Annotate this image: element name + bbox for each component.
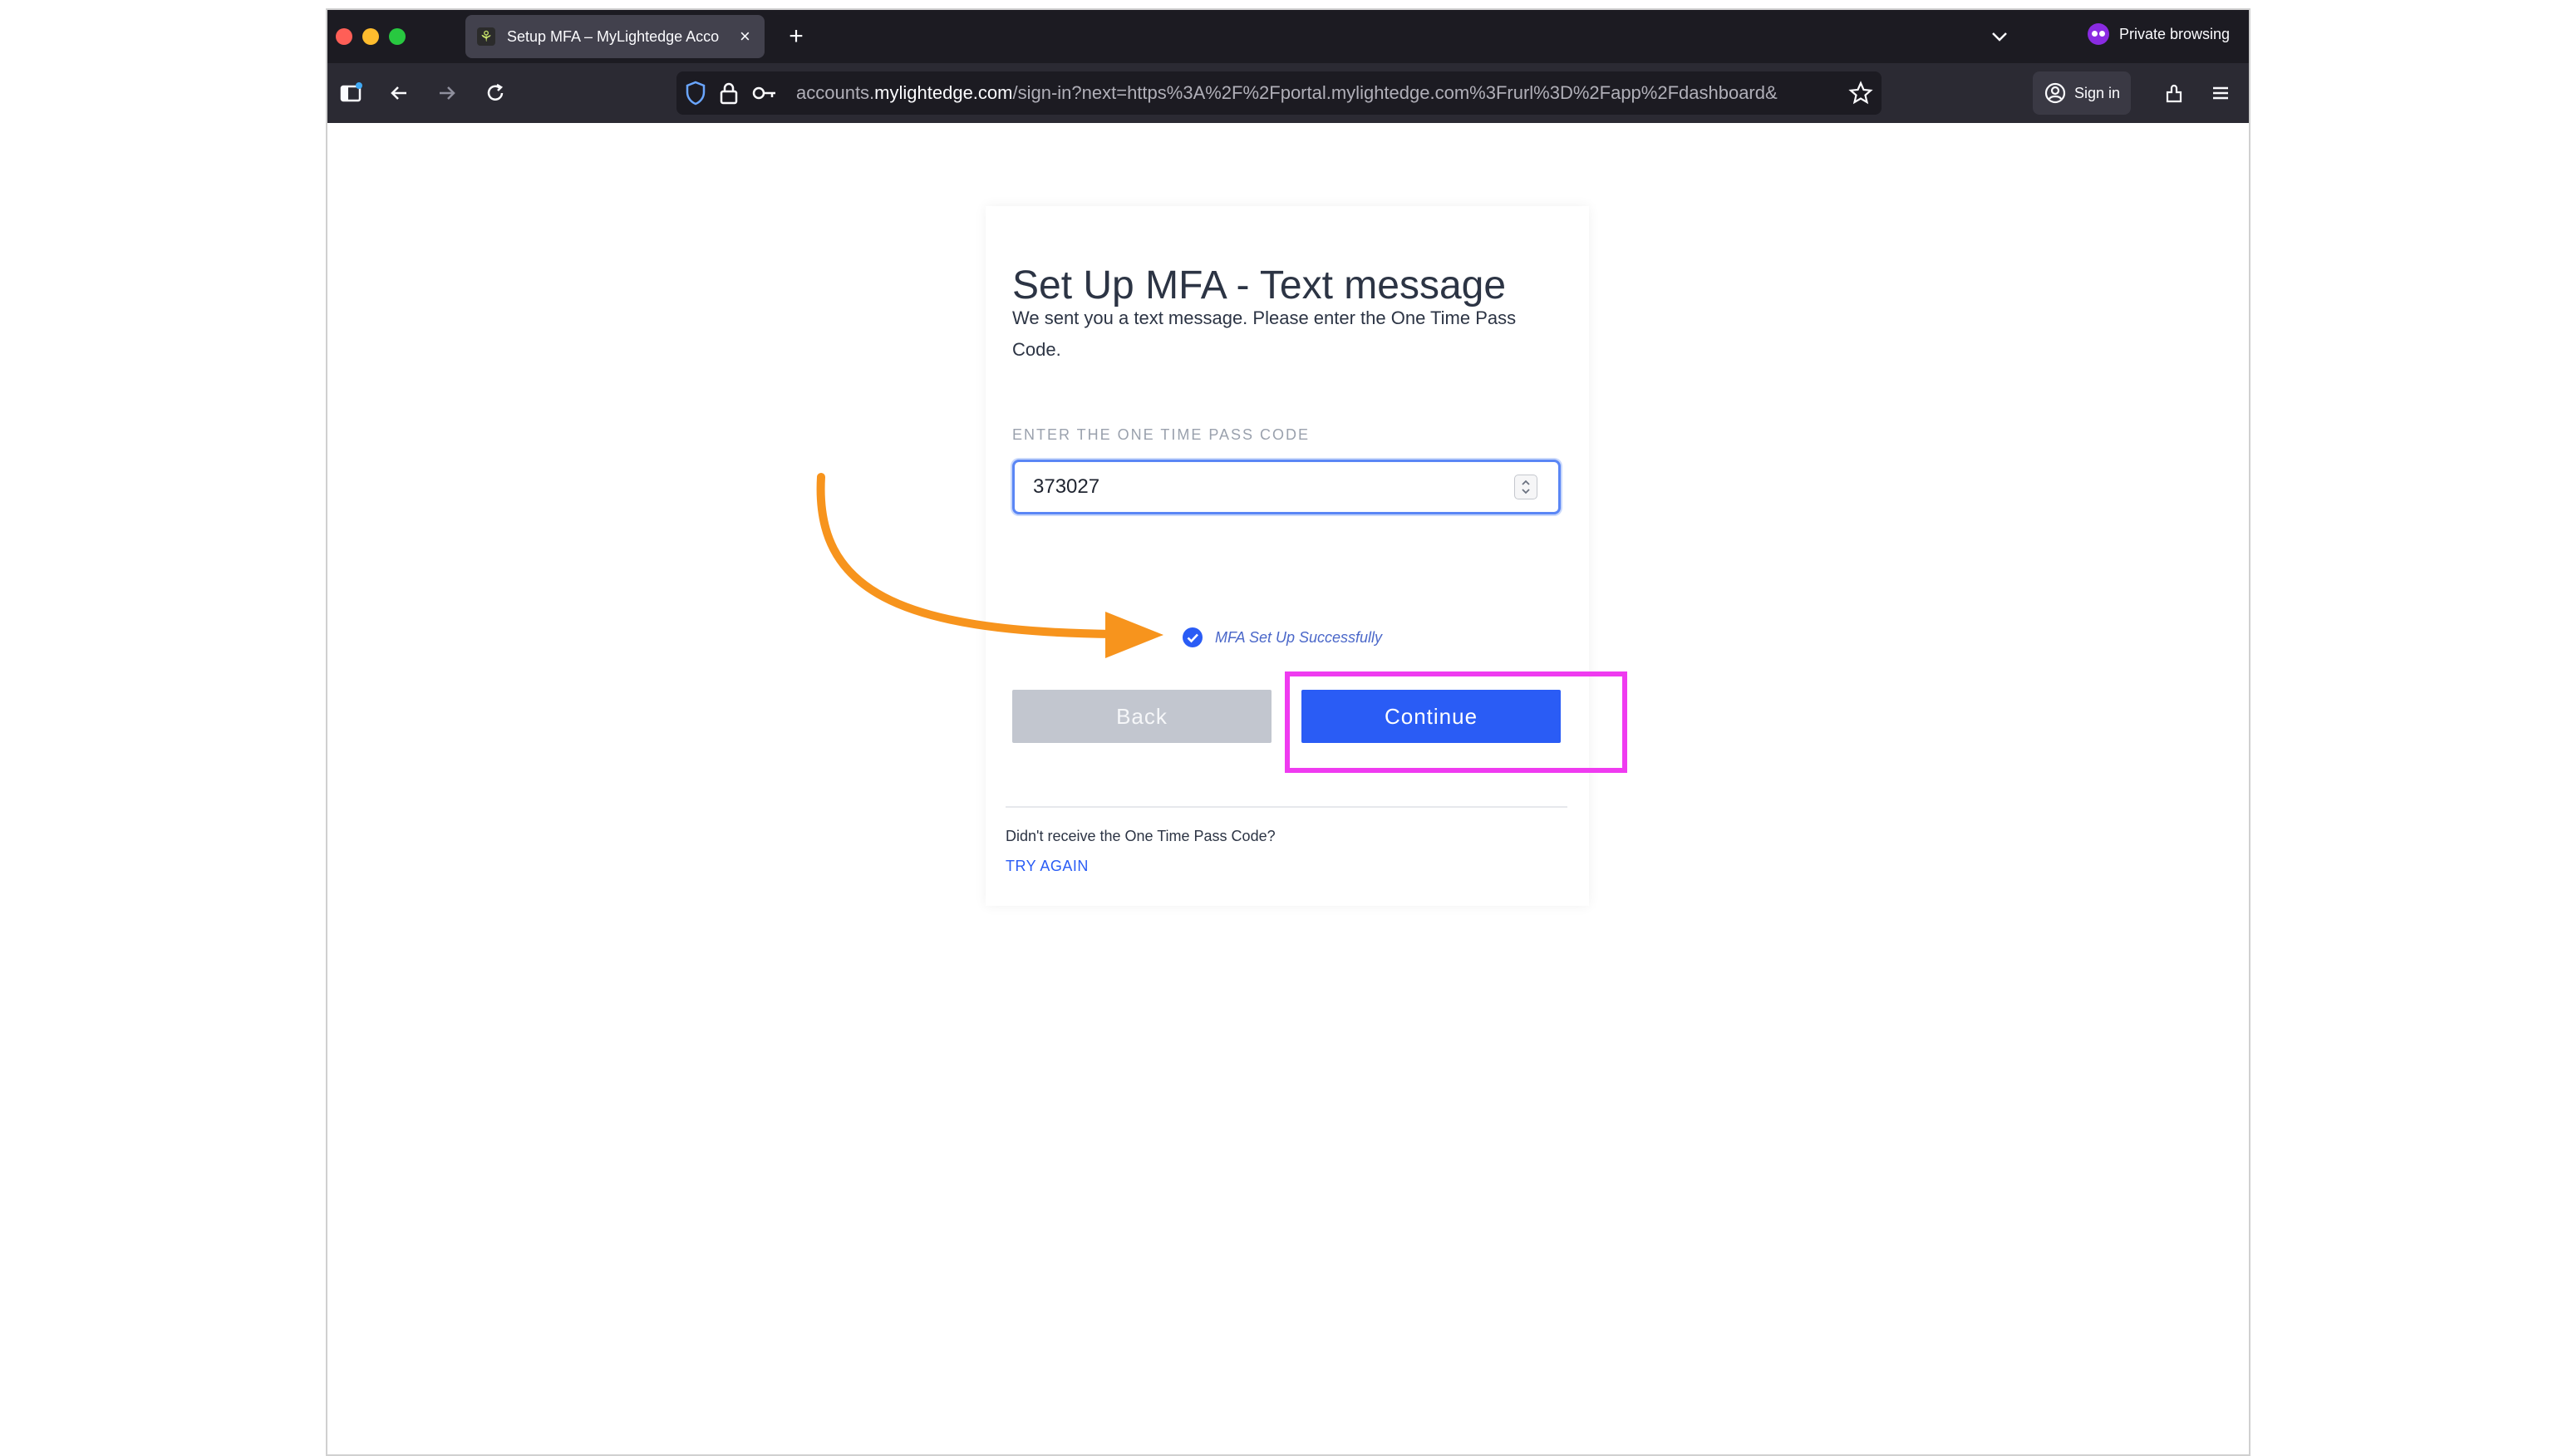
mfa-setup-card: Set Up MFA - Text message We sent you a …	[986, 206, 1589, 906]
new-tab-button[interactable]: +	[781, 22, 811, 52]
sidebar-icon[interactable]	[337, 80, 364, 106]
minimize-window-button[interactable]	[362, 28, 379, 45]
otp-input[interactable]	[1012, 460, 1561, 514]
private-browsing-label: Private browsing	[2119, 25, 2231, 42]
success-text: MFA Set Up Successfully	[1215, 628, 1383, 646]
continue-button[interactable]: Continue	[1301, 690, 1561, 743]
hamburger-menu-icon[interactable]	[2207, 80, 2234, 106]
close-window-button[interactable]	[336, 28, 352, 45]
tab-title: Setup MFA – MyLightedge Acco	[507, 27, 720, 45]
resend-prompt: Didn't receive the One Time Pass Code?	[1006, 828, 1276, 844]
number-stepper[interactable]	[1514, 475, 1537, 499]
back-button[interactable]: Back	[1012, 690, 1272, 743]
arrow-left-icon[interactable]	[386, 80, 412, 106]
address-bar[interactable]: accounts.mylightedge.com/sign-in?next=ht…	[676, 71, 1882, 115]
lightedge-favicon-icon: ⚘	[477, 27, 495, 46]
key-icon[interactable]	[751, 81, 778, 109]
maximize-window-button[interactable]	[389, 28, 406, 45]
close-tab-icon[interactable]: ×	[740, 27, 750, 46]
otp-field-label: ENTER THE ONE TIME PASS CODE	[1012, 426, 1311, 443]
reload-icon[interactable]	[482, 80, 509, 106]
page-subtitle: We sent you a text message. Please enter…	[1012, 307, 1517, 360]
chevron-down-icon[interactable]	[1988, 25, 2011, 48]
sign-in-button[interactable]: Sign in	[2033, 71, 2131, 115]
sign-in-label: Sign in	[2074, 84, 2121, 101]
star-icon[interactable]	[1848, 81, 1873, 110]
check-circle-icon	[1183, 627, 1203, 647]
tab-setup-mfa[interactable]: ⚘ Setup MFA – MyLightedge Acco ×	[465, 15, 765, 58]
arrow-right-icon[interactable]	[434, 80, 460, 106]
divider	[1006, 806, 1567, 808]
lock-icon[interactable]	[718, 80, 740, 111]
navigation-toolbar: accounts.mylightedge.com/sign-in?next=ht…	[327, 63, 2249, 123]
try-again-link[interactable]: TRY AGAIN	[1006, 858, 1089, 875]
tab-strip: ⚘ Setup MFA – MyLightedge Acco × + Priva…	[327, 10, 2249, 63]
account-icon	[2044, 82, 2066, 104]
success-message: MFA Set Up Successfully	[1182, 627, 1382, 648]
shield-icon[interactable]	[683, 80, 708, 111]
page-title: Set Up MFA - Text message	[1012, 263, 1507, 308]
url-text[interactable]: accounts.mylightedge.com/sign-in?next=ht…	[796, 82, 1835, 104]
private-mask-icon	[2088, 23, 2109, 45]
private-browsing-indicator: Private browsing	[2088, 23, 2230, 45]
extensions-icon[interactable]	[2161, 80, 2187, 106]
